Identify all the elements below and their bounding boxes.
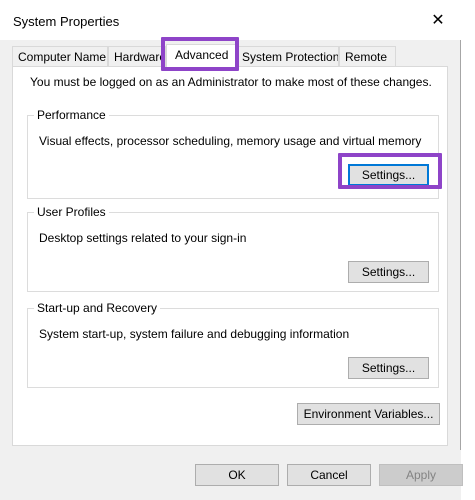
tab-remote[interactable]: Remote	[339, 46, 396, 66]
tab-system-protection[interactable]: System Protection	[236, 46, 339, 66]
window-title: System Properties	[13, 14, 120, 29]
performance-label: Performance	[34, 108, 109, 122]
user-profiles-label: User Profiles	[34, 205, 109, 219]
system-properties-window: System Properties ✕ Computer Name Hardwa…	[0, 0, 463, 500]
performance-description: Visual effects, processor scheduling, me…	[39, 134, 422, 148]
startup-recovery-settings-button[interactable]: Settings...	[348, 357, 429, 379]
tab-advanced[interactable]: Advanced	[166, 44, 236, 67]
cancel-button[interactable]: Cancel	[287, 464, 371, 486]
advanced-tab-page: You must be logged on as an Administrato…	[12, 66, 448, 446]
admin-note: You must be logged on as an Administrato…	[30, 75, 432, 89]
close-button[interactable]: ✕	[415, 0, 461, 40]
performance-group: Performance Visual effects, processor sc…	[27, 108, 439, 199]
user-profiles-description: Desktop settings related to your sign-in	[39, 231, 247, 245]
title-bar[interactable]: System Properties ✕	[0, 0, 461, 40]
ok-button[interactable]: OK	[195, 464, 279, 486]
user-profiles-settings-button[interactable]: Settings...	[348, 261, 429, 283]
startup-recovery-label: Start-up and Recovery	[34, 301, 161, 315]
startup-recovery-description: System start-up, system failure and debu…	[39, 327, 350, 341]
performance-settings-button[interactable]: Settings...	[348, 164, 429, 186]
close-icon: ✕	[431, 12, 445, 29]
environment-variables-button[interactable]: Environment Variables...	[297, 403, 440, 425]
startup-recovery-group: Start-up and Recovery System start-up, s…	[27, 301, 439, 388]
apply-button[interactable]: Apply	[379, 464, 463, 486]
tab-computer-name[interactable]: Computer Name	[12, 46, 108, 66]
tab-hardware[interactable]: Hardware	[108, 46, 166, 66]
user-profiles-group: User Profiles Desktop settings related t…	[27, 205, 439, 292]
dialog-footer: OK Cancel Apply	[0, 450, 463, 500]
